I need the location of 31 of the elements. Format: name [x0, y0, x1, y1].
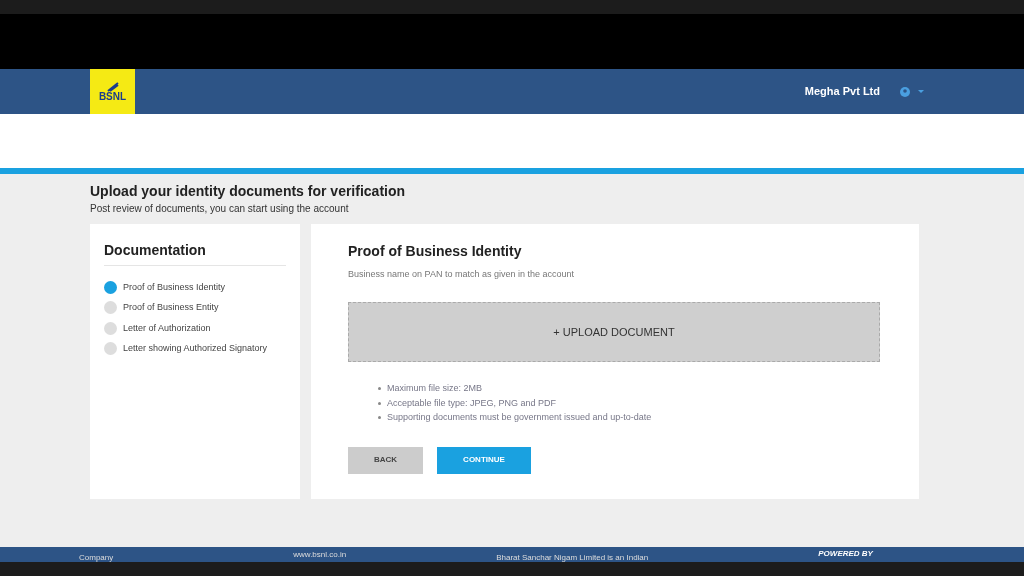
- sidebar-title: Documentation: [104, 239, 286, 266]
- footer-link[interactable]: Company: [79, 552, 114, 562]
- back-button[interactable]: BACK: [348, 446, 423, 474]
- note-text: Supporting documents must be government issued and up-to-date: [387, 411, 652, 424]
- page-title: Upload your identity documents for verification: [90, 183, 407, 201]
- logo-icon: [105, 81, 120, 92]
- step-label: Letter showing Authorized Signatory: [123, 342, 268, 355]
- step-label: Proof of Business Identity: [123, 280, 226, 294]
- step-label: Proof of Business Entity: [123, 301, 219, 314]
- step-item[interactable]: Letter showing Authorized Signatory: [104, 342, 286, 356]
- logo[interactable]: BSNL: [90, 69, 135, 114]
- user-icon[interactable]: [900, 86, 910, 97]
- section-title: Proof of Business Identity: [348, 241, 523, 261]
- page-subtitle: Post review of documents, you can start using the account: [90, 201, 350, 216]
- caret-icon[interactable]: [918, 89, 924, 94]
- bullet-icon: [378, 416, 381, 420]
- footer-link[interactable]: www.bsnl.co.in: [293, 549, 347, 561]
- note-text: Maximum file size: 2MB: [387, 382, 483, 395]
- footer-label: POWERED BY: [818, 548, 873, 560]
- note-text: Acceptable file type: JPEG, PNG and PDF: [387, 396, 557, 410]
- step-item[interactable]: Proof of Business Identity: [104, 280, 286, 294]
- step-item[interactable]: Letter of Authorization: [104, 321, 286, 335]
- section-hint: Business name on PAN to match as given in the account: [348, 267, 575, 281]
- account-name: Megha Pvt Ltd: [804, 84, 880, 100]
- upload-area[interactable]: + UPLOAD DOCUMENT: [348, 302, 880, 362]
- bullet-icon: [378, 401, 381, 405]
- footer-text: Bharat Sanchar Nigam Limited is an Indian: [496, 552, 649, 562]
- bullet-icon: [378, 387, 381, 391]
- logo-text: BSNL: [98, 91, 127, 102]
- step-item[interactable]: Proof of Business Entity: [104, 301, 286, 315]
- step-label: Letter of Authorization: [123, 321, 211, 335]
